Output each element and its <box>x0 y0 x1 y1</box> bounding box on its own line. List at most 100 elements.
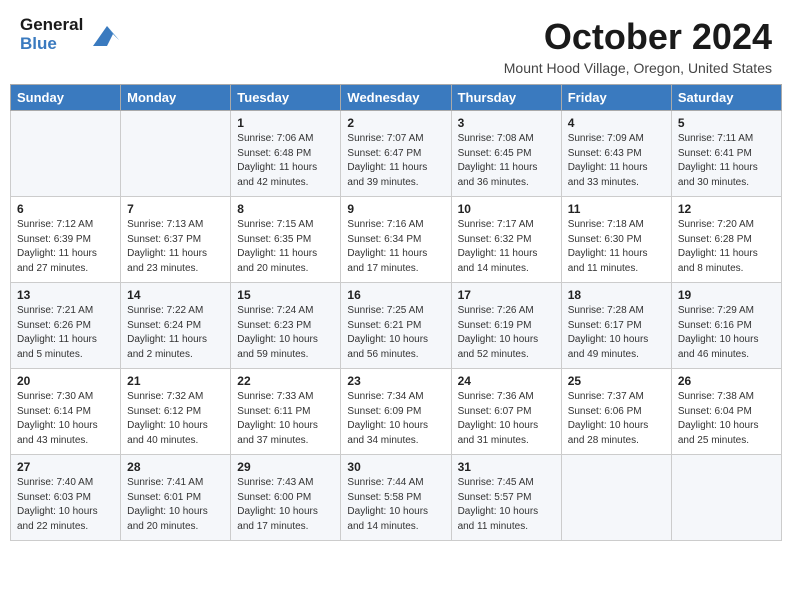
calendar-cell: 22Sunrise: 7:33 AMSunset: 6:11 PMDayligh… <box>231 369 341 455</box>
calendar-cell: 23 Sunrise: 7:34 AMSunset: 6:09 PMDayligh… <box>341 369 451 455</box>
calendar-cell: 28 Sunrise: 7:41 AMSunset: 6:01 PMDayligh… <box>121 455 231 541</box>
day-number: 23 <box>347 374 444 388</box>
day-number: 28 <box>127 460 224 474</box>
logo: General Blue <box>20 16 119 53</box>
calendar-day-header: Tuesday <box>231 85 341 111</box>
day-number: 11 <box>568 202 665 216</box>
day-info: Sunrise: 7:09 AMSunset: 6:43 PMDaylight:… <box>568 132 665 190</box>
calendar-cell: 20 Sunrise: 7:30 AMSunset: 6:14 PMDayligh… <box>11 369 121 455</box>
day-info: Sunrise: 7:30 AMSunset: 6:14 PMDaylight:… <box>17 390 114 448</box>
day-number: 2 <box>347 116 444 130</box>
day-info: Sunrise: 7:07 AMSunset: 6:47 PMDaylight:… <box>347 132 444 190</box>
calendar-day-header: Friday <box>561 85 671 111</box>
day-number: 20 <box>17 374 114 388</box>
day-number: 30 <box>347 460 444 474</box>
logo-icon <box>87 22 119 50</box>
day-number: 16 <box>347 288 444 302</box>
calendar-cell: 11 Sunrise: 7:18 AMSunset: 6:30 PMDayligh… <box>561 197 671 283</box>
day-info: Sunrise: 7:44 AMSunset: 5:58 PMDaylight:… <box>347 476 444 534</box>
calendar-cell: 26 Sunrise: 7:38 AMSunset: 6:04 PMDayligh… <box>671 369 781 455</box>
day-info: Sunrise: 7:15 AMSunset: 6:35 PMDaylight:… <box>237 218 334 276</box>
day-number: 14 <box>127 288 224 302</box>
day-number: 26 <box>678 374 775 388</box>
day-info: Sunrise: 7:25 AMSunset: 6:21 PMDaylight:… <box>347 304 444 362</box>
calendar-cell: 12 Sunrise: 7:20 AMSunset: 6:28 PMDayligh… <box>671 197 781 283</box>
calendar-cell: 3 Sunrise: 7:08 AMSunset: 6:45 PMDaylight… <box>451 111 561 197</box>
day-number: 1 <box>237 116 334 130</box>
calendar-table: SundayMondayTuesdayWednesdayThursdayFrid… <box>10 84 782 541</box>
location-text: Mount Hood Village, Oregon, United State… <box>504 60 772 76</box>
calendar-cell: 1 Sunrise: 7:06 AMSunset: 6:48 PMDaylight… <box>231 111 341 197</box>
day-number: 13 <box>17 288 114 302</box>
calendar-day-header: Sunday <box>11 85 121 111</box>
day-info: Sunrise: 7:22 AMSunset: 6:24 PMDaylight:… <box>127 304 224 362</box>
calendar-cell: 13 Sunrise: 7:21 AMSunset: 6:26 PMDayligh… <box>11 283 121 369</box>
day-info: Sunrise: 7:34 AMSunset: 6:09 PMDaylight:… <box>347 390 444 448</box>
day-info: Sunrise: 7:08 AMSunset: 6:45 PMDaylight:… <box>458 132 555 190</box>
day-info: Sunrise: 7:41 AMSunset: 6:01 PMDaylight:… <box>127 476 224 534</box>
calendar-cell <box>121 111 231 197</box>
calendar-cell: 25 Sunrise: 7:37 AMSunset: 6:06 PMDayligh… <box>561 369 671 455</box>
day-info: Sunrise: 7:24 AMSunset: 6:23 PMDaylight:… <box>237 304 334 362</box>
calendar-week-row: 13 Sunrise: 7:21 AMSunset: 6:26 PMDayligh… <box>11 283 782 369</box>
calendar-cell <box>561 455 671 541</box>
day-number: 19 <box>678 288 775 302</box>
day-info: Sunrise: 7:38 AMSunset: 6:04 PMDaylight:… <box>678 390 775 448</box>
day-info: Sunrise: 7:17 AMSunset: 6:32 PMDaylight:… <box>458 218 555 276</box>
calendar-cell: 31Sunrise: 7:45 AMSunset: 5:57 PMDayligh… <box>451 455 561 541</box>
day-info: Sunrise: 7:21 AMSunset: 6:26 PMDaylight:… <box>17 304 114 362</box>
day-info: Sunrise: 7:40 AMSunset: 6:03 PMDaylight:… <box>17 476 114 534</box>
day-info: Sunrise: 7:37 AMSunset: 6:06 PMDaylight:… <box>568 390 665 448</box>
calendar-cell: 4 Sunrise: 7:09 AMSunset: 6:43 PMDaylight… <box>561 111 671 197</box>
calendar-cell: 5Sunrise: 7:11 AMSunset: 6:41 PMDaylight… <box>671 111 781 197</box>
day-number: 12 <box>678 202 775 216</box>
calendar-cell: 14 Sunrise: 7:22 AMSunset: 6:24 PMDayligh… <box>121 283 231 369</box>
logo-blue-text: Blue <box>20 35 83 54</box>
calendar-cell: 16 Sunrise: 7:25 AMSunset: 6:21 PMDayligh… <box>341 283 451 369</box>
day-number: 9 <box>347 202 444 216</box>
day-info: Sunrise: 7:33 AMSunset: 6:11 PMDaylight:… <box>237 390 334 448</box>
calendar-week-row: 20 Sunrise: 7:30 AMSunset: 6:14 PMDayligh… <box>11 369 782 455</box>
day-info: Sunrise: 7:43 AMSunset: 6:00 PMDaylight:… <box>237 476 334 534</box>
day-info: Sunrise: 7:36 AMSunset: 6:07 PMDaylight:… <box>458 390 555 448</box>
day-number: 3 <box>458 116 555 130</box>
day-number: 10 <box>458 202 555 216</box>
calendar-cell: 21Sunrise: 7:32 AMSunset: 6:12 PMDayligh… <box>121 369 231 455</box>
calendar-week-row: 1 Sunrise: 7:06 AMSunset: 6:48 PMDaylight… <box>11 111 782 197</box>
day-number: 25 <box>568 374 665 388</box>
calendar-cell: 7Sunrise: 7:13 AMSunset: 6:37 PMDaylight… <box>121 197 231 283</box>
day-info: Sunrise: 7:18 AMSunset: 6:30 PMDaylight:… <box>568 218 665 276</box>
title-section: October 2024 Mount Hood Village, Oregon,… <box>504 16 772 76</box>
calendar-cell: 15 Sunrise: 7:24 AMSunset: 6:23 PMDayligh… <box>231 283 341 369</box>
day-info: Sunrise: 7:29 AMSunset: 6:16 PMDaylight:… <box>678 304 775 362</box>
day-info: Sunrise: 7:12 AMSunset: 6:39 PMDaylight:… <box>17 218 114 276</box>
calendar-cell: 10 Sunrise: 7:17 AMSunset: 6:32 PMDayligh… <box>451 197 561 283</box>
day-info: Sunrise: 7:28 AMSunset: 6:17 PMDaylight:… <box>568 304 665 362</box>
day-info: Sunrise: 7:20 AMSunset: 6:28 PMDaylight:… <box>678 218 775 276</box>
day-info: Sunrise: 7:32 AMSunset: 6:12 PMDaylight:… <box>127 390 224 448</box>
calendar-cell: 9 Sunrise: 7:16 AMSunset: 6:34 PMDaylight… <box>341 197 451 283</box>
calendar-cell: 18Sunrise: 7:28 AMSunset: 6:17 PMDayligh… <box>561 283 671 369</box>
day-info: Sunrise: 7:26 AMSunset: 6:19 PMDaylight:… <box>458 304 555 362</box>
calendar-cell: 27 Sunrise: 7:40 AMSunset: 6:03 PMDayligh… <box>11 455 121 541</box>
month-title: October 2024 <box>504 16 772 58</box>
day-number: 15 <box>237 288 334 302</box>
day-info: Sunrise: 7:06 AMSunset: 6:48 PMDaylight:… <box>237 132 334 190</box>
day-number: 17 <box>458 288 555 302</box>
calendar-week-row: 27 Sunrise: 7:40 AMSunset: 6:03 PMDayligh… <box>11 455 782 541</box>
calendar-cell: 30 Sunrise: 7:44 AMSunset: 5:58 PMDayligh… <box>341 455 451 541</box>
calendar-header-row: SundayMondayTuesdayWednesdayThursdayFrid… <box>11 85 782 111</box>
page-header: General Blue October 2024 Mount Hood Vil… <box>0 0 792 84</box>
calendar-cell: 8Sunrise: 7:15 AMSunset: 6:35 PMDaylight… <box>231 197 341 283</box>
calendar-cell <box>11 111 121 197</box>
day-number: 7 <box>127 202 224 216</box>
day-number: 4 <box>568 116 665 130</box>
calendar-cell: 19 Sunrise: 7:29 AMSunset: 6:16 PMDayligh… <box>671 283 781 369</box>
day-number: 29 <box>237 460 334 474</box>
day-number: 31 <box>458 460 555 474</box>
logo-general-text: General <box>20 16 83 35</box>
day-info: Sunrise: 7:16 AMSunset: 6:34 PMDaylight:… <box>347 218 444 276</box>
day-number: 5 <box>678 116 775 130</box>
day-number: 27 <box>17 460 114 474</box>
calendar-cell: 6Sunrise: 7:12 AMSunset: 6:39 PMDaylight… <box>11 197 121 283</box>
